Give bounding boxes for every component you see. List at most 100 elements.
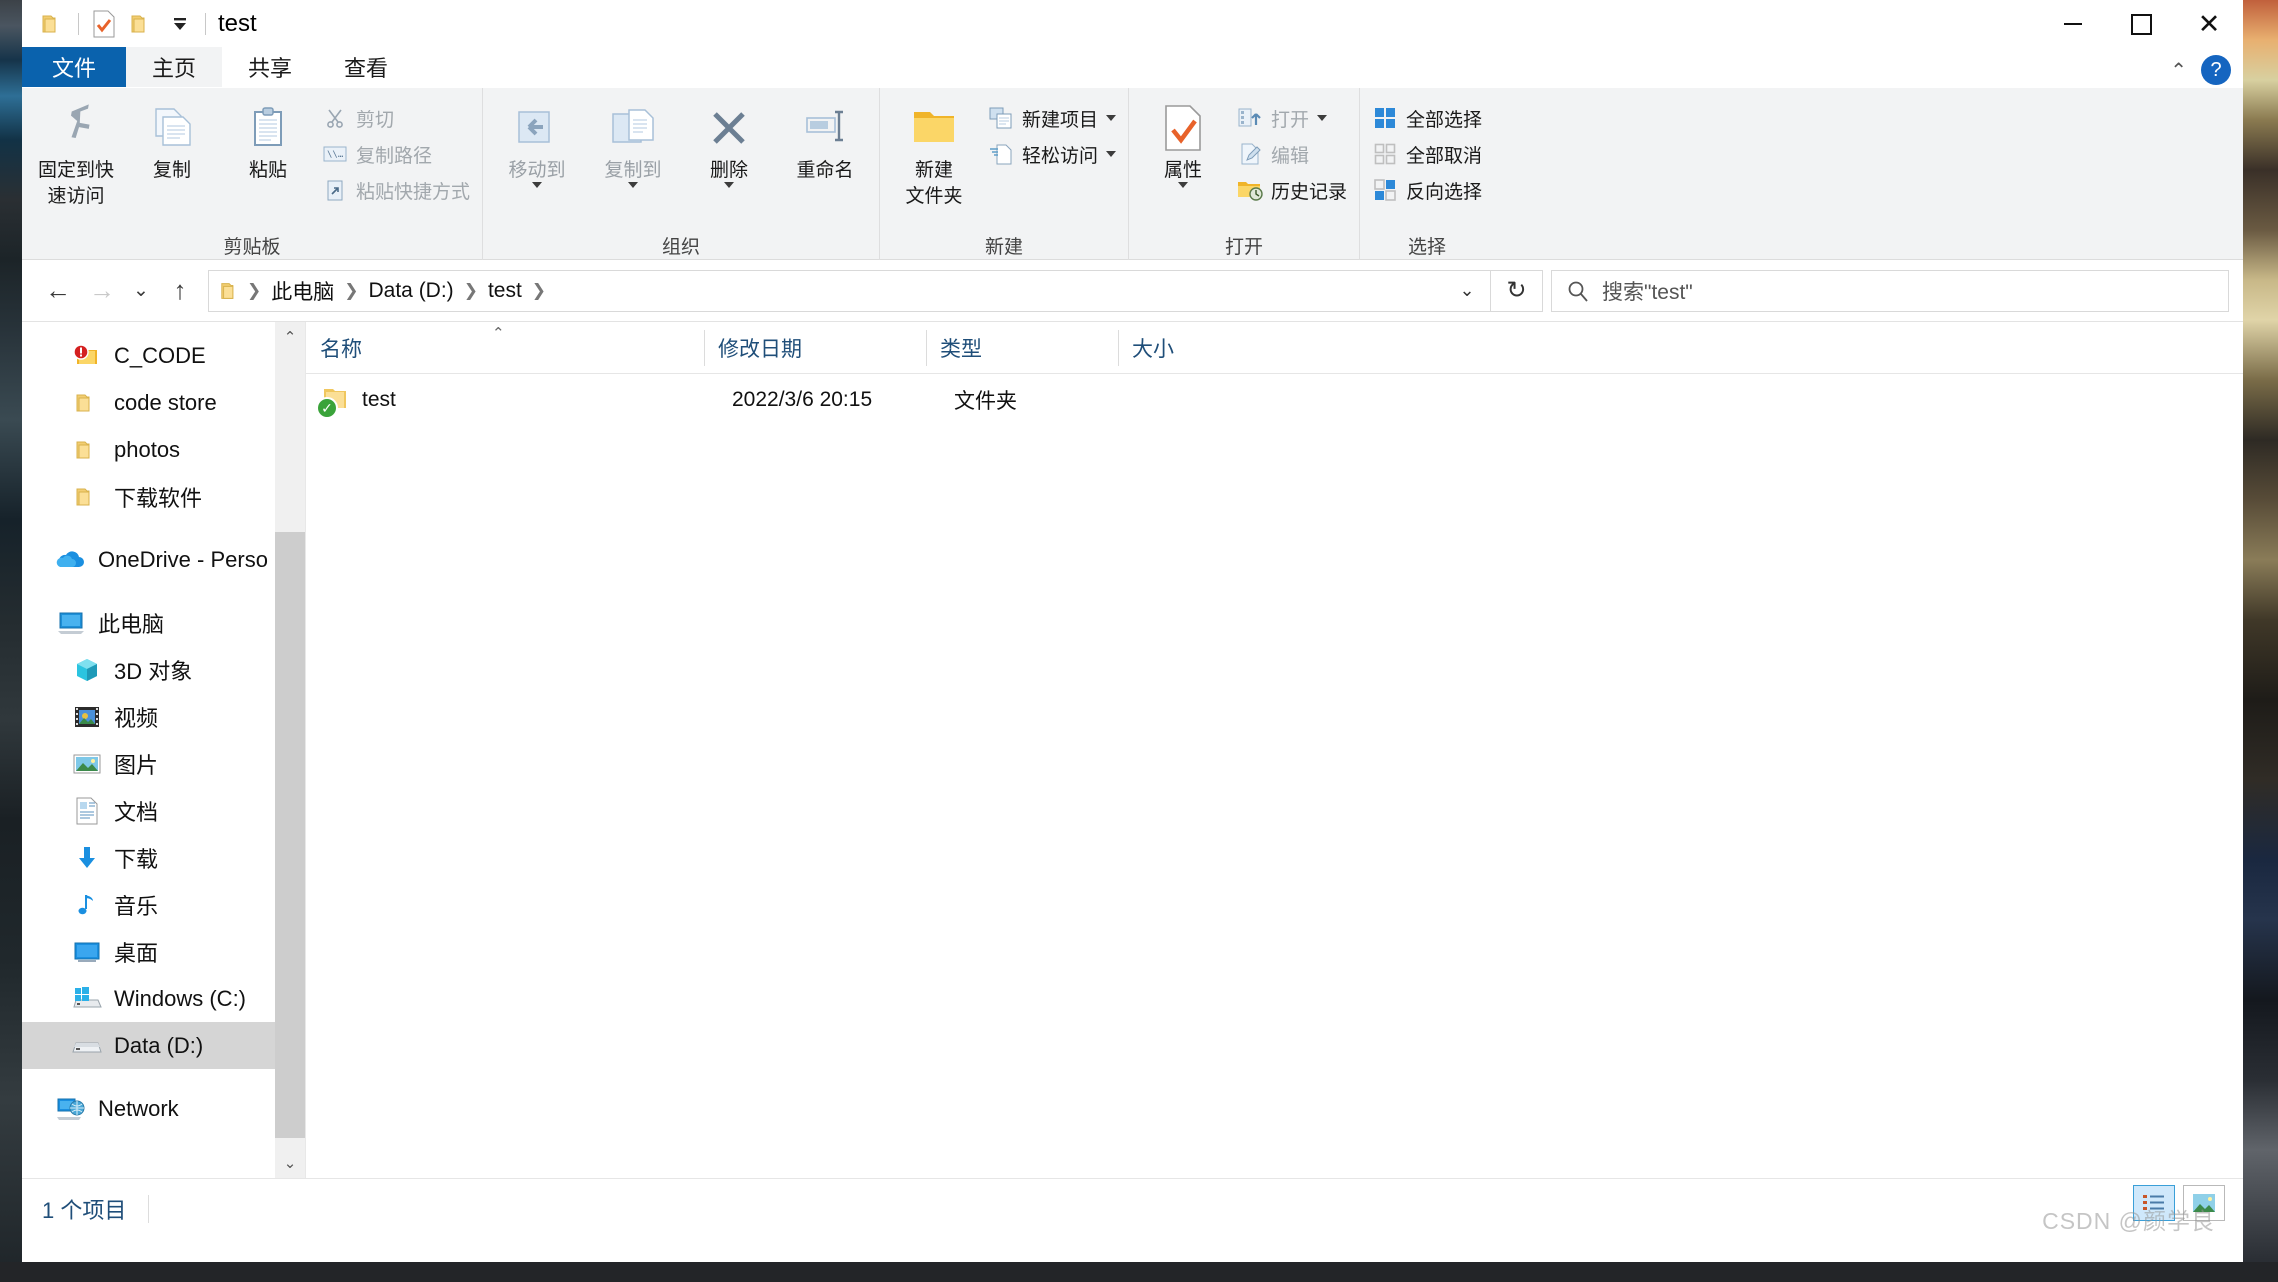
copy-label: 复制 <box>152 160 191 181</box>
breadcrumb-separator[interactable]: ❯ <box>245 281 263 301</box>
copy-to-button[interactable]: 复制到 <box>585 94 681 189</box>
customize-dropdown-icon[interactable] <box>161 5 199 43</box>
pin-to-quick-access-button[interactable]: 固定到快 速访问 <box>28 94 124 209</box>
invert-selection-button[interactable]: 反向选择 <box>1366 174 1488 206</box>
chevron-down-icon[interactable] <box>724 182 735 189</box>
forward-arrow-icon[interactable]: → <box>80 269 124 313</box>
sidebar-item-data-d[interactable]: Data (D:) <box>22 1022 305 1069</box>
cut-label: 剪切 <box>356 109 395 131</box>
breadcrumb-chevron-down-icon[interactable]: ⌄ <box>1450 271 1484 311</box>
cut-button[interactable]: 剪切 <box>316 102 476 134</box>
copy-path-button[interactable]: \\… 复制路径 <box>316 138 476 170</box>
organize-group-title: 组织 <box>662 236 701 258</box>
search-input[interactable]: 搜索"test" <box>1551 269 2229 312</box>
edit-button[interactable]: 编辑 <box>1231 138 1353 170</box>
copy-button[interactable]: 复制 <box>124 94 220 182</box>
ribbon-group-clipboard: 固定到快 速访问 复制 粘贴 剪切 \\… 复制路径 粘贴快捷方式 剪贴板 <box>22 88 482 260</box>
column-header-size[interactable]: 大小 <box>1118 322 1248 374</box>
scroll-up-icon[interactable]: ⌃ <box>275 322 305 352</box>
refresh-icon[interactable]: ↻ <box>1491 269 1543 312</box>
new-folder-icon[interactable] <box>123 5 161 43</box>
paste-shortcut-button[interactable]: 粘贴快捷方式 <box>316 174 476 206</box>
sidebar-item-photos[interactable]: photos <box>22 426 305 473</box>
sidebar-scrollbar[interactable]: ⌃ ⌄ <box>275 322 305 1178</box>
paste-button[interactable]: 粘贴 <box>220 94 316 182</box>
breadcrumb-item-0[interactable]: 此电脑 <box>265 276 340 306</box>
sidebar-item-label: OneDrive - Perso <box>98 546 268 572</box>
new-folder-button[interactable]: 新建 文件夹 <box>886 94 982 209</box>
help-button[interactable]: ? <box>2201 55 2231 85</box>
maximize-icon[interactable] <box>2107 0 2175 48</box>
search-icon <box>1568 281 1588 302</box>
history-button[interactable]: 历史记录 <box>1231 174 1353 206</box>
sync-ok-badge: ✓ <box>316 397 338 419</box>
tab-share[interactable]: 共享 <box>222 47 318 87</box>
address-bar: ← → ⌄ ↑ ❯ 此电脑 ❯ Data (D:) ❯ test ❯ ⌄ ↻ 搜… <box>22 260 2243 322</box>
close-icon[interactable]: ✕ <box>2175 0 2243 48</box>
delete-button[interactable]: 删除 <box>681 94 777 189</box>
sidebar-item-onedrive[interactable]: OneDrive - Perso <box>22 536 305 583</box>
open-icon <box>1237 105 1263 131</box>
new-item-button[interactable]: 新建项目 <box>982 102 1122 134</box>
breadcrumb-separator[interactable]: ❯ <box>530 281 548 301</box>
column-header-date[interactable]: 修改日期 <box>704 322 926 374</box>
scroll-down-icon[interactable]: ⌄ <box>275 1148 305 1178</box>
minimize-icon[interactable] <box>2039 0 2107 48</box>
rename-button[interactable]: 重命名 <box>777 94 873 182</box>
file-name-cell[interactable]: ✓ test <box>316 385 718 419</box>
breadcrumb-separator[interactable]: ❯ <box>462 281 480 301</box>
chevron-down-icon[interactable] <box>1178 182 1189 189</box>
column-header-type[interactable]: 类型 <box>926 322 1118 374</box>
breadcrumb-item-1[interactable]: Data (D:) <box>363 279 460 303</box>
sidebar-item-videos[interactable]: 视频 <box>22 693 305 740</box>
move-to-button[interactable]: 移动到 <box>489 94 585 189</box>
breadcrumb-item-2[interactable]: test <box>482 279 528 303</box>
chevron-down-icon[interactable] <box>532 182 543 189</box>
rename-label: 重命名 <box>796 160 854 181</box>
sidebar-item-windows-c[interactable]: Windows (C:) <box>22 975 305 1022</box>
chevron-up-icon[interactable]: ⌃ <box>2170 58 2187 83</box>
breadcrumb[interactable]: ❯ 此电脑 ❯ Data (D:) ❯ test ❯ ⌄ <box>208 269 1491 312</box>
sidebar-item-c-code[interactable]: C_CODE <box>22 332 305 379</box>
sidebar-item-desktop[interactable]: 桌面 <box>22 928 305 975</box>
sidebar-item-network[interactable]: Network <box>22 1085 305 1132</box>
open-button[interactable]: 打开 <box>1231 102 1353 134</box>
column-header-name[interactable]: 名称 <box>306 322 704 374</box>
chevron-down-icon[interactable] <box>1317 115 1328 121</box>
properties-icon[interactable] <box>85 5 123 43</box>
sidebar-item-code-store[interactable]: code store <box>22 379 305 426</box>
sidebar-item-3d-objects[interactable]: 3D 对象 <box>22 646 305 693</box>
back-arrow-icon[interactable]: ← <box>36 269 80 313</box>
sidebar-item-label: Windows (C:) <box>114 985 247 1011</box>
tab-home[interactable]: 主页 <box>126 47 223 87</box>
sidebar-item-label: 文档 <box>114 799 159 825</box>
chevron-down-icon[interactable] <box>1106 151 1117 157</box>
sidebar-item-this-pc[interactable]: 此电脑 <box>22 599 305 646</box>
easy-access-button[interactable]: 轻松访问 <box>982 138 1122 170</box>
file-type-cell: 文件夹 <box>954 390 1017 413</box>
sidebar-item-downloads[interactable]: 下载 <box>22 834 305 881</box>
tab-view[interactable]: 查看 <box>318 47 414 87</box>
sidebar-item-pictures[interactable]: 图片 <box>22 740 305 787</box>
chevron-down-icon[interactable] <box>628 182 639 189</box>
breadcrumb-separator[interactable]: ❯ <box>342 281 360 301</box>
up-arrow-icon[interactable]: ↑ <box>158 269 202 313</box>
main-content: C_CODE code store photos 下载软件 OneDrive -… <box>22 322 2243 1178</box>
tab-file[interactable]: 文件 <box>22 47 127 87</box>
chevron-down-icon[interactable] <box>1106 115 1117 121</box>
move-to-label: 移动到 <box>508 160 566 181</box>
table-row[interactable]: ✓ test 2022/3/6 20:15 文件夹 <box>306 374 2243 426</box>
sidebar-item-label: 桌面 <box>114 940 159 966</box>
recent-locations-chevron-down-icon[interactable]: ⌄ <box>124 269 158 313</box>
properties-button[interactable]: 属性 <box>1135 94 1231 189</box>
select-all-button[interactable]: 全部选择 <box>1366 102 1488 134</box>
sidebar-item-download-software[interactable]: 下载软件 <box>22 473 305 520</box>
select-none-button[interactable]: 全部取消 <box>1366 138 1488 170</box>
select-all-label: 全部选择 <box>1406 109 1483 131</box>
sidebar-item-documents[interactable]: 文档 <box>22 787 305 834</box>
sidebar-item-music[interactable]: 音乐 <box>22 881 305 928</box>
drive-icon <box>72 1031 102 1061</box>
folder-icon[interactable] <box>34 5 72 43</box>
scrollbar-thumb[interactable] <box>275 532 305 1138</box>
new-folder-label-line1: 新建 <box>915 160 954 181</box>
